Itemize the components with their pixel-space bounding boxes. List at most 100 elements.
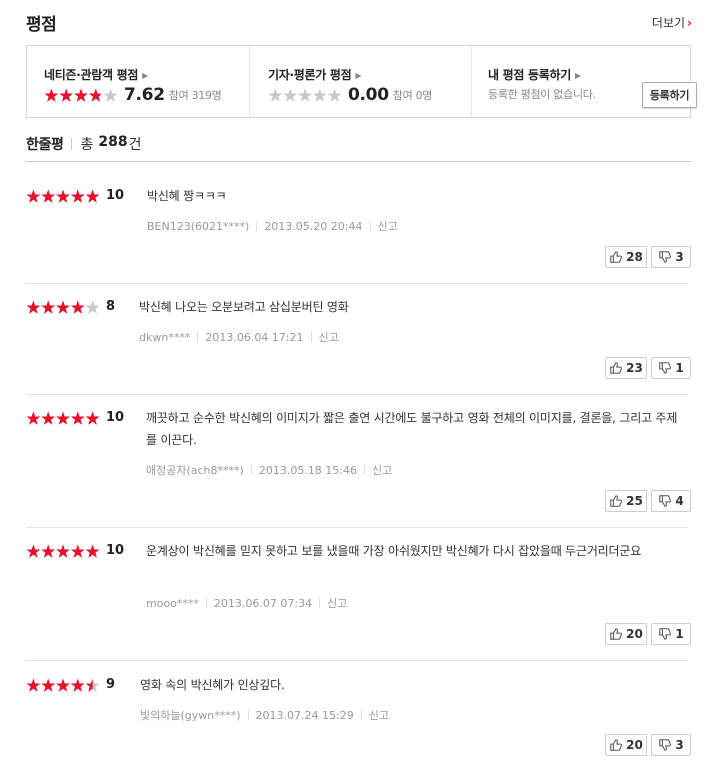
review-author[interactable]: 애정공자(ach8****) xyxy=(146,464,244,477)
review-meta: 애정공자(ach8****) 2013.05.18 15:46 신고 xyxy=(146,462,392,478)
critic-score-panel: 기자·평론가 평점 ▶ 0.00 참여 0명 xyxy=(249,46,471,117)
review-item: 8 박신혜 나오는 오분보려고 삼십분버틴 영화 dkwn**** 2013.06… xyxy=(26,292,691,382)
star-filled-icon xyxy=(70,411,85,425)
star-filled-icon xyxy=(44,88,59,102)
my-score-panel: 내 평점 등록하기 ▶ 등록한 평점이 없습니다. 등록하기 xyxy=(471,46,697,117)
thumbs-down-icon xyxy=(659,251,672,263)
star-filled-icon xyxy=(56,411,70,425)
review-author[interactable]: BEN123(6021****) xyxy=(147,220,249,233)
like-count: 23 xyxy=(626,361,643,375)
star-filled-icon xyxy=(41,544,56,558)
report-link[interactable]: 신고 xyxy=(378,220,398,233)
audience-participant-count: 참여 319명 xyxy=(168,89,222,102)
register-score-button[interactable]: 등록하기 xyxy=(642,82,697,108)
star-filled-icon xyxy=(74,88,88,102)
thumbs-up-icon xyxy=(610,495,623,507)
more-link[interactable]: 더보기 › xyxy=(652,14,692,31)
thumbs-up-icon xyxy=(610,739,623,751)
like-count: 20 xyxy=(626,738,643,752)
audience-star-rating xyxy=(44,88,118,102)
no-score-message: 등록한 평점이 없습니다. xyxy=(488,88,596,101)
dislike-button[interactable]: 3 xyxy=(651,246,691,268)
review-meta: BEN123(6021****) 2013.05.20 20:44 신고 xyxy=(147,218,398,234)
my-score-link[interactable]: 내 평점 등록하기 ▶ xyxy=(488,66,581,83)
star-filled-icon xyxy=(70,189,85,203)
star-filled-icon xyxy=(85,544,100,558)
divider xyxy=(26,660,688,661)
star-icon xyxy=(103,88,118,102)
star-filled-icon xyxy=(26,300,41,314)
like-button[interactable]: 20 xyxy=(605,734,647,756)
report-link[interactable]: 신고 xyxy=(369,709,389,722)
divider xyxy=(26,283,688,284)
review-date: 2013.06.04 17:21 xyxy=(205,331,304,344)
audience-score-panel: 네티즌·관람객 평점 ▶ 7.62 참여 319명 xyxy=(27,46,249,117)
thumbs-down-icon xyxy=(659,362,672,374)
critic-star-rating xyxy=(268,88,342,102)
star-icon xyxy=(85,300,100,314)
review-text: 운계상이 박신혜를 믿지 못하고 보를 냈을때 가장 아쉬웠지만 박신혜가 다시… xyxy=(146,544,642,558)
star-filled-icon xyxy=(70,678,85,692)
dislike-button[interactable]: 3 xyxy=(651,734,691,756)
dislike-button[interactable]: 4 xyxy=(651,490,691,512)
review-meta: dkwn**** 2013.06.04 17:21 신고 xyxy=(139,329,339,345)
star-filled-icon xyxy=(41,678,56,692)
star-filled-icon xyxy=(26,189,41,203)
review-author[interactable]: mooo**** xyxy=(146,597,199,610)
dislike-button[interactable]: 1 xyxy=(651,357,691,379)
dislike-count: 1 xyxy=(675,627,684,641)
star-filled-icon xyxy=(70,544,85,558)
critic-score-value: 0.00 xyxy=(348,85,389,105)
star-filled-icon xyxy=(59,88,74,102)
thumbs-down-icon xyxy=(659,495,672,507)
like-button[interactable]: 23 xyxy=(605,357,647,379)
star-filled-icon xyxy=(56,544,70,558)
like-button[interactable]: 28 xyxy=(605,246,647,268)
star-filled-icon xyxy=(56,189,70,203)
review-item: 9 영화 속의 박신혜가 인상깊다. 빛의하늘(gywn****) 2013.07… xyxy=(26,670,691,760)
thumbs-up-icon xyxy=(610,362,623,374)
thumbs-down-icon xyxy=(659,628,672,640)
review-date: 2013.06.07 07:34 xyxy=(213,597,313,610)
review-date: 2013.05.20 20:44 xyxy=(264,220,363,233)
review-score: 9 xyxy=(106,677,116,692)
review-text: 깨끗하고 순수한 박신혜의 이미지가 짧은 출연 시간에도 불구하고 영화 전체… xyxy=(146,411,678,447)
page-title: 평점 xyxy=(26,15,57,35)
chevron-right-icon: › xyxy=(687,16,692,30)
review-author[interactable]: dkwn**** xyxy=(139,331,190,344)
like-count: 20 xyxy=(626,627,643,641)
audience-score-row: 7.62 참여 319명 xyxy=(44,85,222,105)
review-total-row: 한줄평 총 288 건 xyxy=(26,134,691,162)
report-link[interactable]: 신고 xyxy=(327,597,347,610)
star-filled-icon xyxy=(85,411,100,425)
critic-score-row: 0.00 참여 0명 xyxy=(268,85,432,105)
star-icon xyxy=(268,88,283,102)
divider xyxy=(26,394,688,395)
star-icon xyxy=(312,88,327,102)
star-filled-icon xyxy=(26,678,41,692)
review-text: 박신혜 나오는 오분보려고 삼십분버틴 영화 xyxy=(139,300,349,314)
section-header: 평점 더보기 › xyxy=(26,10,692,35)
dislike-count: 3 xyxy=(675,738,684,752)
like-button[interactable]: 20 xyxy=(605,623,647,645)
report-link[interactable]: 신고 xyxy=(319,331,339,344)
critic-score-link[interactable]: 기자·평론가 평점 ▶ xyxy=(268,66,361,83)
like-count: 28 xyxy=(626,250,643,264)
review-star-rating xyxy=(26,189,100,203)
review-star-rating xyxy=(26,411,100,425)
review-item: 10 운계상이 박신혜를 믿지 못하고 보를 냈을때 가장 아쉬웠지만 박신혜가… xyxy=(26,536,691,648)
star-filled-icon xyxy=(56,678,70,692)
star-icon xyxy=(327,88,342,102)
review-author[interactable]: 빛의하늘(gywn****) xyxy=(140,709,241,722)
like-button[interactable]: 25 xyxy=(605,490,647,512)
review-date: 2013.05.18 15:46 xyxy=(258,464,358,477)
thumbs-up-icon xyxy=(610,251,623,263)
audience-score-title: 네티즌·관람객 평점 xyxy=(44,68,139,82)
review-star-rating xyxy=(26,678,100,692)
star-filled-icon xyxy=(41,189,56,203)
divider xyxy=(26,527,688,528)
dislike-button[interactable]: 1 xyxy=(651,623,691,645)
report-link[interactable]: 신고 xyxy=(372,464,392,477)
dislike-count: 4 xyxy=(675,494,684,508)
audience-score-link[interactable]: 네티즌·관람객 평점 ▶ xyxy=(44,66,148,83)
